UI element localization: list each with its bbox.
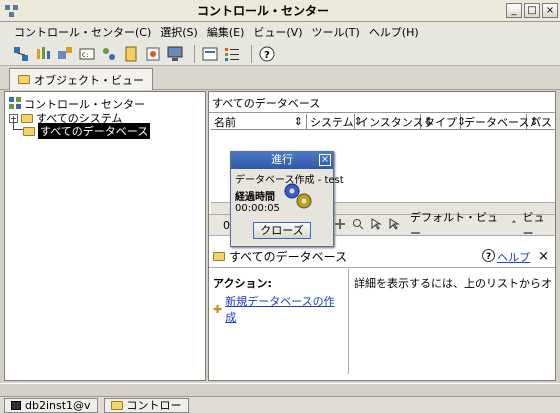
- folder-icon: [18, 75, 30, 84]
- folder-icon: [21, 113, 33, 123]
- minimize-icon[interactable]: _: [506, 3, 522, 18]
- dialog-task: データベース作成 - test: [235, 175, 344, 186]
- details-hint-panel: 詳細を表示するには、上のリストからオブジェクトを選: [351, 269, 555, 374]
- contents-title: すべてのデータベース: [209, 96, 555, 113]
- svg-text:?: ?: [486, 252, 491, 262]
- tab-label: オブジェクト・ビュー: [34, 73, 144, 87]
- menu-control-center[interactable]: コントロール・センター(C): [14, 24, 151, 40]
- column-header-instance[interactable]: インスタンス ⇕: [355, 114, 433, 129]
- column-header-database[interactable]: データベース ⇕: [461, 114, 539, 129]
- tree-line: [13, 129, 23, 130]
- actions-label: アクション:: [213, 277, 272, 290]
- column-header-row: 名前 ⇕ システム ⇕ インスタンス ⇕ タイプ ⇕ データベース ⇕ パス: [211, 114, 555, 130]
- dialog-title: 進行: [271, 153, 293, 166]
- details-view-icon[interactable]: [223, 45, 241, 63]
- details-header: すべてのデータベース ? ヘルプ ×: [209, 246, 555, 268]
- object-tree: コントロール・センター + すべてのシステム すべてのデータベース: [4, 91, 206, 381]
- find-icon[interactable]: [352, 218, 364, 233]
- gears-icon: [283, 182, 313, 213]
- help-link[interactable]: ヘルプ: [497, 249, 530, 265]
- menu-edit[interactable]: 編集(E): [207, 24, 245, 40]
- taskbar-terminal[interactable]: db2inst1@v: [4, 397, 98, 413]
- select-all-icon[interactable]: [370, 217, 382, 233]
- window-title: コントロール・センター: [196, 4, 329, 18]
- tools-settings-icon[interactable]: [166, 45, 184, 63]
- folder-icon: [110, 400, 123, 410]
- close-details-icon[interactable]: ×: [538, 249, 549, 264]
- elapsed-time: 00:00:05: [235, 203, 280, 214]
- tab-object-view[interactable]: オブジェクト・ビュー: [9, 68, 153, 90]
- tree-label-selected: すべてのデータベース: [38, 123, 151, 139]
- control-center-tool-icon[interactable]: [12, 45, 30, 63]
- sort-icon: ⇕: [293, 115, 303, 128]
- elapsed-label: 経過時間: [235, 192, 275, 203]
- svg-text:C:: C:: [82, 52, 89, 59]
- progress-dialog: 進行 × データベース作成 - test 経過時間 00:00:05 クローズ: [230, 151, 344, 247]
- deselect-icon[interactable]: [388, 217, 400, 233]
- app-icon: [4, 4, 20, 18]
- folder-icon: [213, 252, 225, 261]
- default-view-select[interactable]: デフォルト・ビュー: [410, 209, 507, 241]
- svg-text:?: ?: [264, 50, 270, 61]
- toolbar-separator: [251, 44, 252, 63]
- title-bar: コントロール・センター _ □ ×: [0, 0, 560, 22]
- menu-tools[interactable]: ツール(T): [312, 24, 360, 40]
- taskbar: db2inst1@v コントロー: [0, 396, 560, 413]
- column-header-name[interactable]: 名前 ⇕: [211, 114, 307, 129]
- terminal-icon: [11, 400, 21, 410]
- add-icon: ✚: [213, 302, 223, 316]
- menu-view[interactable]: ビュー(V): [253, 24, 302, 40]
- help-icon[interactable]: ?: [482, 248, 496, 265]
- maximize-icon[interactable]: □: [524, 3, 540, 18]
- task-center-icon[interactable]: [100, 45, 118, 63]
- column-header-path[interactable]: パス: [527, 114, 555, 129]
- dialog-title-bar: 進行 ×: [231, 152, 333, 169]
- menu-select[interactable]: 選択(S): [160, 24, 198, 40]
- toolbar: C: ?: [0, 42, 560, 66]
- open-folder-icon: [23, 126, 35, 136]
- dialog-close-button[interactable]: クローズ: [253, 222, 311, 239]
- list-view-icon[interactable]: [201, 45, 219, 63]
- new-database-action[interactable]: ✚ 新規データベースの作成: [213, 293, 344, 325]
- taskbar-control-center[interactable]: コントロー: [103, 397, 189, 413]
- journal-icon[interactable]: [122, 45, 140, 63]
- menu-help[interactable]: ヘルプ(H): [369, 24, 419, 40]
- dialog-close-icon[interactable]: ×: [319, 154, 331, 166]
- details-hint: 詳細を表示するには、上のリストからオブジェクトを選: [354, 277, 552, 290]
- filter-icon[interactable]: [334, 218, 346, 233]
- view-menu-button[interactable]: ビュー: [523, 209, 555, 241]
- caret-up-icon[interactable]: ˄: [511, 219, 517, 232]
- view-tab-strip: オブジェクト・ビュー: [0, 66, 560, 90]
- details-title: すべてのデータベース: [229, 250, 348, 264]
- satellite-tool-icon[interactable]: [56, 45, 74, 63]
- tree-item-all-databases[interactable]: すべてのデータベース: [23, 123, 151, 139]
- object-count: 0: [223, 218, 230, 232]
- new-database-link[interactable]: 新規データベースの作成: [225, 293, 344, 325]
- close-icon[interactable]: ×: [542, 3, 558, 18]
- help-icon[interactable]: ?: [258, 45, 276, 63]
- column-header-type[interactable]: タイプ ⇕: [421, 114, 466, 129]
- command-editor-icon[interactable]: C:: [78, 45, 96, 63]
- replication-tool-icon[interactable]: [34, 45, 52, 63]
- status-bar: [0, 383, 560, 396]
- column-header-system[interactable]: システム ⇕: [307, 114, 363, 129]
- toolbar-separator: [194, 44, 195, 63]
- license-center-icon[interactable]: [144, 45, 162, 63]
- menu-bar: コントロール・センター(C) 選択(S) 編集(E) ビュー(V) ツール(T)…: [0, 22, 560, 42]
- actions-panel: アクション: ✚ 新規データベースの作成: [209, 269, 349, 374]
